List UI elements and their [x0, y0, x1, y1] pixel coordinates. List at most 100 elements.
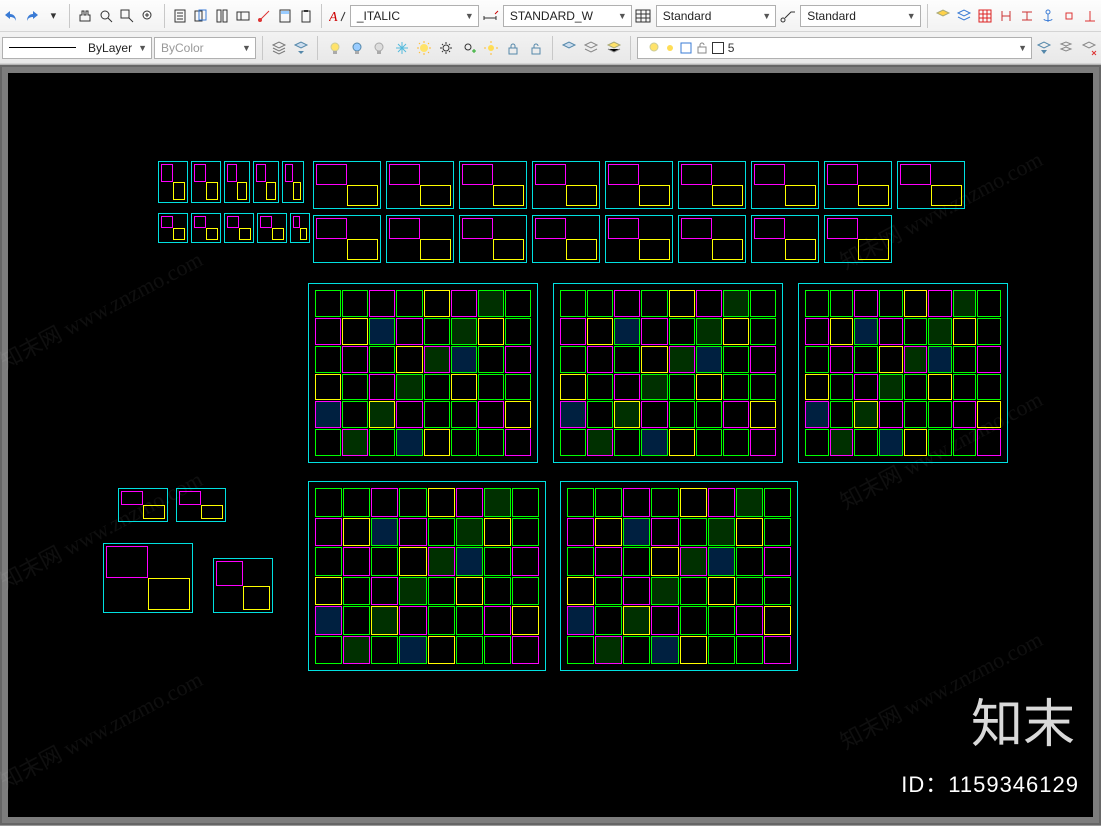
endpoint-icon[interactable] [1059, 5, 1078, 27]
cad-floorplan [553, 283, 783, 463]
toolbar-row-styles: ▾ A _ITALIC ▼ STANDARD_W ▼ Standard ▼ [0, 0, 1101, 32]
layer-states-icon[interactable] [954, 5, 973, 27]
cad-detail [824, 215, 892, 263]
cad-detail [751, 161, 819, 209]
freeze-icon[interactable] [391, 37, 411, 59]
paste-icon[interactable] [296, 5, 315, 27]
thaw-icon[interactable] [414, 37, 434, 59]
cad-detail [224, 213, 254, 243]
asset-id-label: ID：1159346129 [901, 767, 1079, 799]
cad-floorplan [308, 481, 546, 671]
dimstyle-combo[interactable]: STANDARD_W ▼ [503, 5, 632, 27]
layer-color-swatch [712, 42, 724, 54]
layer-filter-icon[interactable] [1034, 37, 1054, 59]
cad-detail [824, 161, 892, 209]
lineweight-combo[interactable]: ByColor ▼ [154, 37, 256, 59]
design-center-icon[interactable] [233, 5, 252, 27]
toolbar-row-layers: ByLayer ▼ ByColor ▼ [0, 32, 1101, 64]
cad-detail [224, 161, 250, 203]
layer-delete-icon[interactable] [1079, 37, 1099, 59]
tool-palette-icon[interactable] [212, 5, 231, 27]
mleaderstyle-icon [778, 5, 798, 27]
cad-detail [678, 161, 746, 209]
chevron-down-icon: ▼ [138, 43, 147, 53]
cad-detail [313, 161, 381, 209]
make-current-icon[interactable] [559, 37, 579, 59]
layer-manager-icon[interactable] [269, 37, 289, 59]
watermark-text: 知末网 www.znzmo.com [0, 662, 208, 796]
constraint1-icon[interactable] [996, 5, 1015, 27]
mleaderstyle-combo[interactable]: Standard ▼ [800, 5, 920, 27]
textstyle-combo[interactable]: _ITALIC ▼ [350, 5, 479, 27]
cad-detail [118, 488, 168, 522]
tablestyle-combo[interactable]: Standard ▼ [656, 5, 776, 27]
cad-detail [678, 215, 746, 263]
cad-detail [386, 161, 454, 209]
tablestyle-icon [634, 5, 654, 27]
lineweight-value: ByColor [161, 41, 204, 55]
redo-icon[interactable] [23, 5, 42, 27]
cad-detail [103, 543, 193, 613]
zoom-realtime-icon[interactable] [139, 5, 158, 27]
cad-detail [158, 161, 188, 203]
match-layer-icon[interactable] [581, 37, 601, 59]
pan-icon[interactable] [76, 5, 95, 27]
sun-icon[interactable] [481, 37, 501, 59]
sun-icon [664, 42, 676, 54]
layer-walk-icon[interactable] [603, 37, 623, 59]
layer-merge-icon[interactable] [1056, 37, 1076, 59]
zoom-window-icon[interactable] [118, 5, 137, 27]
svg-text:A: A [329, 10, 338, 24]
chevron-down-icon: ▼ [907, 11, 916, 21]
cad-detail [459, 215, 527, 263]
cad-floorplan [798, 283, 1008, 463]
lock-open-icon [696, 42, 708, 54]
anchor-icon[interactable] [1038, 5, 1057, 27]
layer-state-chips: 5 [644, 41, 735, 55]
cad-detail [532, 161, 600, 209]
constraint2-icon[interactable] [1017, 5, 1036, 27]
layer-previous-icon[interactable] [291, 37, 311, 59]
layer-combo[interactable]: 5 ▼ [637, 37, 1032, 59]
bulb-on-icon [648, 42, 660, 54]
cad-detail [213, 558, 273, 613]
gear-icon[interactable] [436, 37, 456, 59]
bulb-off-icon[interactable] [369, 37, 389, 59]
markup-icon[interactable] [254, 5, 273, 27]
chevron-down-icon[interactable]: ▾ [44, 5, 63, 27]
chevron-down-icon: ▼ [465, 11, 474, 21]
cad-floorplan [308, 283, 538, 463]
cad-detail [313, 215, 381, 263]
cad-detail [257, 213, 287, 243]
watermark-text: 知末网 www.znzmo.com [834, 622, 1048, 756]
layer-name: 5 [728, 41, 735, 55]
sheet-set-icon[interactable] [191, 5, 210, 27]
chevron-down-icon: ▼ [762, 11, 771, 21]
bulb-toggle-icon[interactable] [347, 37, 367, 59]
cad-viewport-frame: 知末网 www.znzmo.com 知末网 www.znzmo.com 知末网 … [0, 65, 1101, 825]
dimstyle-value: STANDARD_W [510, 9, 593, 23]
viewport-freeze-icon [680, 42, 692, 54]
layer-isolate-icon[interactable] [934, 5, 953, 27]
cad-detail [386, 215, 454, 263]
watermark-text: 知末网 www.znzmo.com [0, 242, 208, 376]
properties-icon[interactable] [170, 5, 189, 27]
grid-red-icon[interactable] [975, 5, 994, 27]
cad-detail [532, 215, 600, 263]
calculator-icon[interactable] [275, 5, 294, 27]
linetype-combo[interactable]: ByLayer ▼ [2, 37, 152, 59]
cad-detail [191, 213, 221, 243]
undo-icon[interactable] [2, 5, 21, 27]
zoom-extents-icon[interactable] [97, 5, 116, 27]
unlock-layer-icon[interactable] [526, 37, 546, 59]
cad-detail [158, 213, 188, 243]
cad-canvas[interactable]: 知末网 www.znzmo.com 知末网 www.znzmo.com 知末网 … [8, 73, 1093, 817]
bulb-on-icon[interactable] [324, 37, 344, 59]
cad-detail [459, 161, 527, 209]
cad-detail [253, 161, 279, 203]
midpoint-icon[interactable] [1080, 5, 1099, 27]
gear-plus-icon[interactable] [458, 37, 478, 59]
lock-layer-icon[interactable] [503, 37, 523, 59]
cad-floorplan [560, 481, 798, 671]
cad-detail [290, 213, 310, 243]
